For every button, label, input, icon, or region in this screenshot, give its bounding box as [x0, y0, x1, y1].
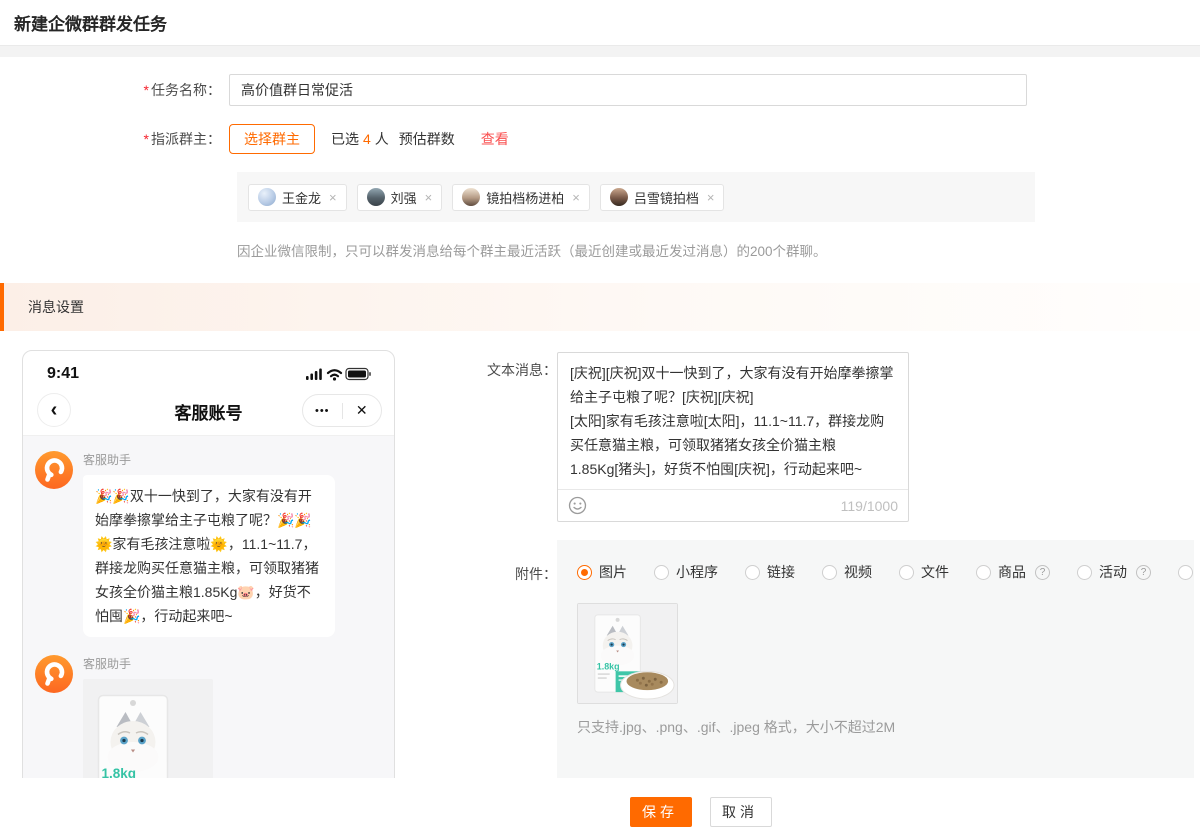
- attachment-row: 附件： 图片 小程序 链接: [485, 540, 1197, 778]
- radio-miniprogram[interactable]: 小程序: [654, 562, 718, 582]
- message-bubble: 🎉🎉双十一快到了，大家有没有开始摩拳擦掌给主子屯粮了呢？🎉🎉🌞家有毛孩注意啦🌞，…: [83, 475, 335, 637]
- cancel-button[interactable]: 取消: [710, 797, 772, 827]
- radio-coupon[interactable]: 券 ?: [1178, 562, 1200, 582]
- radio-dot: [1077, 565, 1092, 580]
- selected-count-text: 已选4人: [331, 129, 389, 149]
- radio-activity[interactable]: 活动 ?: [1077, 562, 1151, 582]
- task-name-input[interactable]: [229, 74, 1027, 106]
- page-title: 新建企微群群发任务: [14, 10, 167, 35]
- service-avatar-icon: [35, 655, 73, 693]
- remove-owner-icon[interactable]: ×: [572, 190, 580, 205]
- radio-link[interactable]: 链接: [745, 562, 795, 582]
- attachment-image-thumb[interactable]: [577, 603, 678, 704]
- miniprogram-capsule: ••• ✕: [302, 394, 382, 427]
- help-icon[interactable]: ?: [1136, 565, 1151, 580]
- wifi-icon: [328, 370, 341, 380]
- remove-owner-icon[interactable]: ×: [707, 190, 715, 205]
- battery-icon: [346, 369, 371, 380]
- text-message-row: 文本消息： [庆祝][庆祝]双十一快到了，大家有没有开始摩拳擦掌给主子屯粮了呢？…: [485, 352, 1197, 522]
- textarea-footer: 119/1000: [558, 489, 908, 521]
- radio-dot: [654, 565, 669, 580]
- assign-owner-row: *指派群主： 选择群主 已选4人 预估群数 查看: [0, 124, 1100, 154]
- owner-avatar: [258, 188, 276, 206]
- radio-dot: [577, 565, 592, 580]
- radio-video[interactable]: 视频: [822, 562, 872, 582]
- status-time: 9:41: [47, 365, 79, 383]
- attachment-panel: 图片 小程序 链接 视频: [557, 540, 1194, 778]
- sender-name: 客服助手: [83, 655, 213, 672]
- wecom-limit-note: 因企业微信限制，只可以群发消息给每个群主最近活跃（最近创建或最近发过消息）的20…: [237, 240, 827, 260]
- header-divider: [0, 45, 1200, 57]
- radio-dot: [976, 565, 991, 580]
- chat-message-image: 客服助手: [35, 655, 382, 778]
- message-settings-content: 9:41 ‹: [0, 331, 1200, 778]
- required-mark: *: [144, 131, 149, 147]
- close-icon: ✕: [343, 402, 382, 419]
- radio-dot: [822, 565, 837, 580]
- more-icon: •••: [303, 405, 342, 417]
- radio-dot: [745, 565, 760, 580]
- owner-avatar: [367, 188, 385, 206]
- emoji-icon[interactable]: [568, 496, 587, 515]
- radio-dot: [899, 565, 914, 580]
- help-icon[interactable]: ?: [1035, 565, 1050, 580]
- text-message-box: [庆祝][庆祝]双十一快到了，大家有没有开始摩拳擦掌给主子屯粮了呢？[庆祝][庆…: [557, 352, 909, 522]
- radio-product[interactable]: 商品 ?: [976, 562, 1050, 582]
- owner-chip: 刘强 ×: [357, 184, 443, 211]
- task-name-row: *任务名称：: [0, 74, 1100, 106]
- text-message-label: 文本消息：: [485, 352, 557, 522]
- char-counter: 119/1000: [841, 498, 898, 514]
- owner-chip: 镜拍档杨进柏 ×: [452, 184, 590, 211]
- selected-owners-panel: 王金龙 × 刘强 × 镜拍档杨进柏 × 吕雪镜拍档 ×: [237, 172, 1035, 222]
- attachment-type-radios: 图片 小程序 链接 视频: [577, 562, 1174, 582]
- service-avatar-icon: [35, 451, 73, 489]
- required-mark: *: [144, 82, 149, 98]
- upload-format-note: 只支持.jpg、.png、.gif、.jpeg 格式，大小不超过2M: [577, 717, 1174, 737]
- status-icons: [306, 367, 372, 381]
- save-button[interactable]: 保存: [630, 797, 692, 827]
- radio-dot: [1178, 565, 1193, 580]
- chat-message-text: 客服助手 🎉🎉双十一快到了，大家有没有开始摩拳擦掌给主子屯粮了呢？🎉🎉🌞家有毛孩…: [35, 451, 382, 637]
- phone-preview: 9:41 ‹: [22, 350, 395, 778]
- back-icon: ‹: [37, 393, 71, 427]
- remove-owner-icon[interactable]: ×: [329, 190, 337, 205]
- radio-image[interactable]: 图片: [577, 562, 627, 582]
- phone-statusbar: 9:41: [23, 351, 394, 387]
- estimate-group-label: 预估群数: [399, 129, 455, 149]
- signal-icon: [306, 369, 322, 381]
- form-actions: 保存 取消: [0, 797, 1200, 827]
- selected-count-number: 4: [363, 131, 371, 147]
- assign-owner-label: *指派群主：: [0, 124, 229, 154]
- sender-name: 客服助手: [83, 451, 335, 468]
- section-title: 消息设置: [28, 299, 84, 315]
- chat-preview: 客服助手 🎉🎉双十一快到了，大家有没有开始摩拳擦掌给主子屯粮了呢？🎉🎉🌞家有毛孩…: [23, 435, 394, 778]
- radio-file[interactable]: 文件: [899, 562, 949, 582]
- attachment-label: 附件：: [485, 540, 557, 778]
- owner-chip: 吕雪镜拍档 ×: [600, 184, 725, 211]
- phone-navbar: ‹ 客服账号 ••• ✕: [23, 387, 394, 435]
- view-link[interactable]: 查看: [481, 129, 509, 149]
- product-image: [83, 679, 213, 778]
- phone-title: 客服账号: [175, 399, 243, 424]
- owner-chip: 王金龙 ×: [248, 184, 347, 211]
- text-message-textarea[interactable]: [庆祝][庆祝]双十一快到了，大家有没有开始摩拳擦掌给主子屯粮了呢？[庆祝][庆…: [558, 353, 908, 489]
- section-message-settings: 消息设置: [0, 283, 1200, 331]
- owner-avatar: [610, 188, 628, 206]
- remove-owner-icon[interactable]: ×: [425, 190, 433, 205]
- owner-avatar: [462, 188, 480, 206]
- task-name-label: *任务名称：: [0, 74, 229, 106]
- choose-owner-button[interactable]: 选择群主: [229, 124, 315, 154]
